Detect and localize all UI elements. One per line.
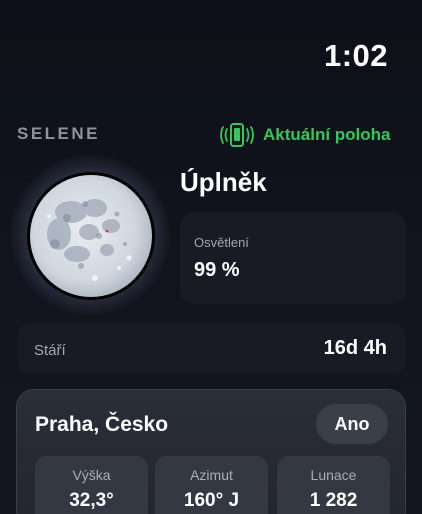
stat-lunation: Lunace 1 282 xyxy=(277,456,390,514)
illumination-label: Osvětlení xyxy=(194,235,249,250)
city-name: Praha, Česko xyxy=(35,413,169,436)
moon-age-card: Stáří 16d 4h xyxy=(17,323,406,374)
full-moon-image xyxy=(30,175,152,297)
location-status[interactable]: Aktuální poloha xyxy=(219,122,391,148)
illumination-value: 99 % xyxy=(194,259,240,281)
phone-vibrate-icon xyxy=(220,123,254,147)
location-toggle-button[interactable]: Ano xyxy=(316,404,388,444)
stat-altitude-value: 32,3° xyxy=(69,490,114,511)
stat-azimuth-value: 160° J xyxy=(183,490,240,511)
stat-altitude: Výška 32,3° xyxy=(35,456,148,514)
status-bar-time: 1:02 xyxy=(323,38,388,73)
stat-azimuth: Azimut 160° J xyxy=(155,456,268,514)
app-title: SELENE xyxy=(17,124,101,143)
stat-lunation-value: 1 282 xyxy=(309,490,358,511)
location-status-label: Aktuální poloha xyxy=(263,125,391,144)
illumination-card: Osvětlení 99 % xyxy=(180,212,406,304)
stat-altitude-label: Výška xyxy=(72,467,111,483)
stat-azimuth-label: Azimut xyxy=(190,467,233,483)
stat-lunation-label: Lunace xyxy=(310,467,357,483)
moon-phase-name: Úplněk xyxy=(180,167,267,197)
moon-age-value: 16d 4h xyxy=(323,337,387,359)
moon-age-label: Stáří xyxy=(34,342,66,359)
location-card: Praha, Česko Ano Výška 32,3° Azimut 160°… xyxy=(16,389,406,514)
